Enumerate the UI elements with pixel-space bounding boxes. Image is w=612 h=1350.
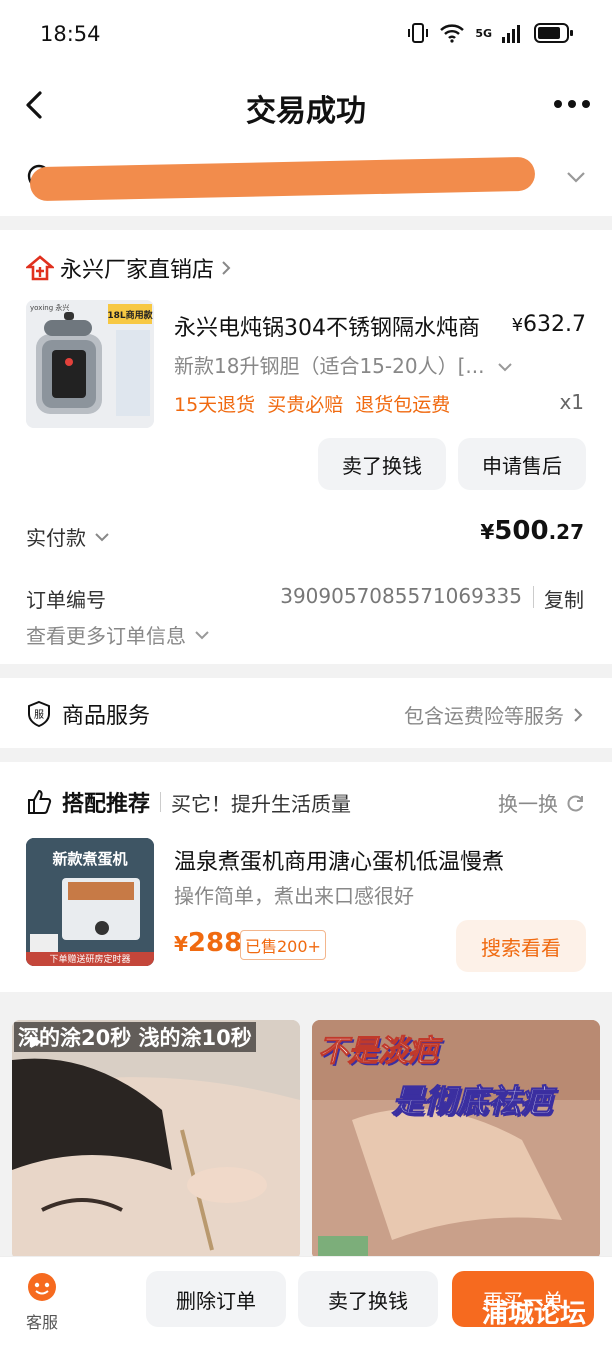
recommendation-card: 搭配推荐 买它！提升生活质量 换一换 新款煮蛋机 下单赠送研房定时器 温泉煮蛋机… xyxy=(0,762,612,992)
recommend-item-desc: 操作简单，煮出来口感很好 xyxy=(174,884,414,908)
product-spec[interactable]: 新款18升钢胆（适合15-20人）[... xyxy=(174,350,513,379)
paid-label-text: 实付款 xyxy=(26,526,86,550)
service-shield-icon: 服 xyxy=(28,700,50,728)
tag-free-return-shipping: 退货包运费 xyxy=(355,394,451,416)
divider xyxy=(160,792,162,812)
sell-for-cash-bottom-button[interactable]: 卖了换钱 xyxy=(298,1271,438,1327)
feed-caption-line2: 是彻底祛疤 xyxy=(391,1082,553,1121)
order-card: 永兴厂家直销店 18L商用款 yoxing 永兴 永兴电炖锅304不锈钢隔水炖商… xyxy=(0,230,612,664)
signal-icon xyxy=(502,25,520,43)
chevron-down-icon[interactable] xyxy=(566,170,586,184)
product-title[interactable]: 永兴电炖锅304不锈钢隔水炖商 xyxy=(174,310,494,342)
address-redaction xyxy=(29,156,536,202)
page-title: 交易成功 xyxy=(246,94,366,129)
network-label: 5G xyxy=(475,26,492,40)
customer-service-icon xyxy=(28,1273,56,1301)
paid-label[interactable]: 实付款 xyxy=(26,522,110,551)
chevron-down-icon xyxy=(195,630,209,639)
paid-amount: ¥500.27 xyxy=(480,516,584,546)
thumbs-up-icon xyxy=(28,789,52,814)
spec-text: 新款18升钢胆（适合15-20人）[... xyxy=(174,354,485,378)
watermark: 浦城论坛 xyxy=(481,1299,586,1329)
shop-logo-icon xyxy=(26,255,54,281)
recommendation-title: 搭配推荐 xyxy=(62,792,151,817)
order-number: 3909057085571069335 xyxy=(280,584,522,608)
swap-button[interactable]: 换一换 xyxy=(498,788,586,817)
recommend-image-footer: 下单赠送研房定时器 xyxy=(49,953,130,965)
vibrate-icon xyxy=(408,23,429,43)
feed-card[interactable]: 不是淡疤 是彻底祛疤 xyxy=(312,1020,600,1260)
after-sales-button[interactable]: 申请售后 xyxy=(458,438,586,490)
paid-int: 500 xyxy=(494,516,549,546)
service-detail[interactable]: 包含运费险等服务 xyxy=(404,700,584,729)
chevron-right-icon xyxy=(222,261,231,275)
chevron-right-icon xyxy=(574,707,583,722)
sold-count-badge: 已售200+ xyxy=(240,930,326,960)
refresh-icon xyxy=(567,795,583,811)
recommend-item-price: ¥288 xyxy=(174,928,242,958)
shop-name: 永兴厂家直销店 xyxy=(60,258,215,283)
address-row[interactable] xyxy=(0,142,612,216)
feed-card[interactable]: 深的涂20秒 浅的涂10秒 xyxy=(12,1020,300,1260)
battery-icon xyxy=(534,23,573,43)
recommend-price-value: 288 xyxy=(187,928,243,958)
status-bar: 18:54 5G xyxy=(0,0,612,70)
shop-header[interactable]: 永兴厂家直销店 xyxy=(26,252,232,284)
swap-label: 换一换 xyxy=(498,792,558,816)
tag-return: 15天退货 xyxy=(174,394,256,416)
recommend-item-name[interactable]: 温泉煮蛋机商用溏心蛋机低温慢煮 xyxy=(174,844,504,876)
chevron-down-icon xyxy=(95,532,109,541)
nav-bar: 交易成功 xyxy=(0,70,612,142)
order-number-label: 订单编号 xyxy=(26,588,106,612)
customer-service-label: 客服 xyxy=(25,1313,58,1332)
wifi-icon xyxy=(440,24,465,43)
divider xyxy=(533,586,534,608)
service-detail-text: 包含运费险等服务 xyxy=(404,704,564,728)
feed-caption-line1: 不是淡疤 xyxy=(318,1034,439,1070)
tag-price-guarantee: 买贵必赔 xyxy=(267,394,344,416)
recommendation-subtitle: 买它！提升生活质量 xyxy=(171,791,352,816)
recommend-price-currency: ¥ xyxy=(174,932,188,956)
recommend-item-image[interactable]: 新款煮蛋机 下单赠送研房定时器 xyxy=(26,838,154,966)
recommendation-header: 搭配推荐 买它！提升生活质量 xyxy=(26,786,351,818)
copy-button[interactable]: 复制 xyxy=(544,584,584,613)
chevron-down-icon xyxy=(498,363,512,372)
search-similar-button[interactable]: 搜索看看 xyxy=(456,920,586,972)
product-image-brand: yoxing 永兴 xyxy=(30,303,69,312)
service-card[interactable]: 服 商品服务 包含运费险等服务 xyxy=(0,678,612,748)
delete-order-button[interactable]: 删除订单 xyxy=(146,1271,286,1327)
price-currency: ¥ xyxy=(511,315,524,336)
more-icon[interactable] xyxy=(552,92,592,116)
sell-for-cash-button[interactable]: 卖了换钱 xyxy=(318,438,446,490)
status-time: 18:54 xyxy=(40,22,101,46)
product-quantity: x1 xyxy=(559,390,584,414)
more-order-info-text: 查看更多订单信息 xyxy=(26,624,186,648)
product-image-badge: 18L商用款 xyxy=(107,309,153,321)
video-play-icon xyxy=(31,1036,42,1048)
paid-currency: ¥ xyxy=(480,520,495,544)
recommend-image-caption: 新款煮蛋机 xyxy=(52,850,127,868)
more-order-info[interactable]: 查看更多订单信息 xyxy=(26,620,210,649)
price-value: 632.7 xyxy=(523,312,586,337)
product-tags: 15天退货 买贵必赔 退货包运费 xyxy=(174,390,450,417)
feed-caption: 深的涂20秒 浅的涂10秒 xyxy=(14,1022,256,1052)
service-label: 商品服务 xyxy=(62,704,151,729)
product-price: ¥632.7 xyxy=(512,312,586,337)
customer-service-button[interactable]: 客服 xyxy=(22,1271,62,1333)
svg-text:服: 服 xyxy=(34,709,44,721)
product-image[interactable]: 18L商用款 yoxing 永兴 xyxy=(26,300,154,428)
paid-dec: .27 xyxy=(548,520,584,544)
system-icons: 5G xyxy=(407,22,574,44)
bottom-action-bar: 客服 删除订单 卖了换钱 再买一单 浦城论坛 xyxy=(0,1256,612,1350)
